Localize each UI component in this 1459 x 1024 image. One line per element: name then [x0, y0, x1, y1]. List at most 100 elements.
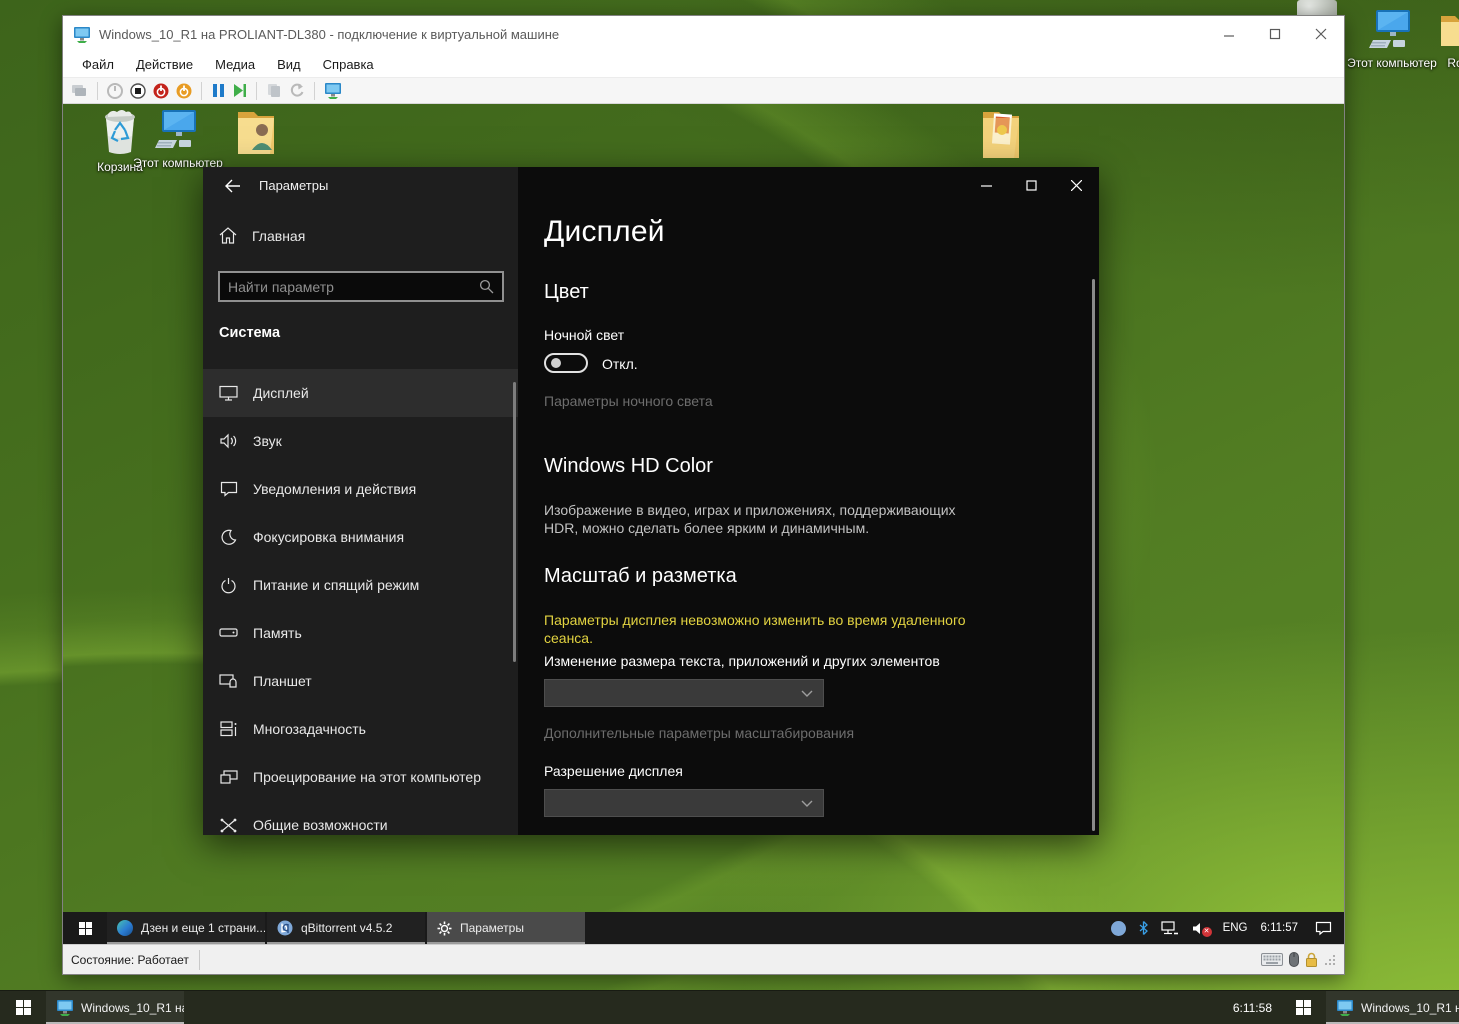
qbittorrent-tray-icon[interactable]	[1111, 921, 1126, 936]
host-start-button-2[interactable]	[1280, 991, 1326, 1024]
home-icon	[219, 227, 237, 244]
resolution-dropdown[interactable]	[544, 789, 824, 817]
night-light-settings-link[interactable]: Параметры ночного света	[544, 393, 713, 409]
back-arrow-icon	[224, 179, 241, 193]
bluetooth-icon[interactable]	[1139, 921, 1148, 935]
volume-muted-icon[interactable]: ✕	[1192, 922, 1206, 935]
windows-logo-icon	[16, 1000, 31, 1015]
start-vm-button-icon[interactable]	[107, 83, 123, 99]
settings-search[interactable]	[218, 271, 504, 302]
back-button[interactable]	[215, 175, 249, 197]
host-task-vm-connection[interactable]: Windows_10_R1 на P...	[46, 991, 184, 1024]
advanced-scaling-link[interactable]: Дополнительные параметры масштабирования	[544, 725, 854, 741]
settings-maximize-button[interactable]	[1009, 167, 1054, 203]
chevron-down-icon	[801, 800, 813, 807]
sidebar-scrollbar[interactable]	[513, 382, 516, 662]
settings-close-button[interactable]	[1054, 167, 1099, 203]
sidebar-item-label: Общие возможности	[253, 817, 388, 833]
scale-section-heading: Масштаб и разметка	[544, 565, 737, 588]
vm-titlebar[interactable]: Windows_10_R1 на PROLIANT-DL380 - подклю…	[63, 16, 1344, 52]
keyboard-icon	[1261, 953, 1283, 966]
sidebar-item-projecting[interactable]: Проецирование на этот компьютер	[203, 753, 518, 801]
this-pc-icon	[1369, 8, 1415, 52]
windows-logo-icon	[79, 922, 92, 935]
taskbar-task-edge[interactable]: Дзен и еще 1 страни...	[107, 912, 265, 944]
main-scrollbar[interactable]	[1092, 279, 1095, 831]
search-input[interactable]	[228, 279, 479, 295]
sidebar-item-shared-experiences[interactable]: Общие возможности	[203, 801, 518, 835]
settings-minimize-button[interactable]	[964, 167, 1009, 203]
vm-close-button[interactable]	[1298, 20, 1344, 48]
sidebar-item-notifications[interactable]: Уведомления и действия	[203, 465, 518, 513]
task-label: Параметры	[460, 921, 524, 935]
vm-maximize-button[interactable]	[1252, 20, 1298, 48]
color-section-heading: Цвет	[544, 281, 589, 304]
menu-view[interactable]: Вид	[266, 54, 312, 75]
sidebar-item-multitasking[interactable]: Многозадачность	[203, 705, 518, 753]
qbittorrent-icon	[277, 920, 293, 936]
chevron-down-icon	[801, 690, 813, 697]
guest-taskbar: Дзен и еще 1 страни... qBittorrent v4.5.…	[63, 912, 1344, 944]
sidebar-item-label: Проецирование на этот компьютер	[253, 769, 481, 785]
sidebar-item-focus-assist[interactable]: Фокусировка внимания	[203, 513, 518, 561]
enhanced-session-button-icon[interactable]	[324, 82, 342, 99]
guest-desktop: Корзина Этот компьютер	[63, 104, 1344, 944]
sidebar-item-label: Питание и спящий режим	[253, 577, 419, 593]
sidebar-item-tablet[interactable]: Планшет	[203, 657, 518, 705]
sidebar-item-power-sleep[interactable]: Питание и спящий режим	[203, 561, 518, 609]
sidebar-item-home[interactable]: Главная	[219, 227, 305, 244]
notifications-icon	[219, 481, 238, 497]
checkpoint-button-icon[interactable]	[266, 83, 282, 98]
moon-icon	[219, 529, 238, 546]
settings-main-panel: Дисплей Цвет Ночной свет Откл. Параметры…	[518, 167, 1099, 835]
hyperv-monitor-icon	[73, 26, 91, 43]
reset-vm-button-icon[interactable]	[232, 83, 247, 98]
menu-file[interactable]: Файл	[71, 54, 125, 75]
sidebar-item-storage[interactable]: Память	[203, 609, 518, 657]
save-vm-button-icon[interactable]	[176, 83, 192, 99]
scale-dropdown[interactable]	[544, 679, 824, 707]
turn-off-vm-button-icon[interactable]	[130, 83, 146, 99]
settings-sidebar: Параметры Главная Сис	[203, 167, 518, 835]
folder-icon	[1437, 8, 1459, 52]
guest-clock[interactable]: 6:11:57	[1260, 922, 1298, 934]
pictures-folder-icon	[977, 104, 1025, 160]
resize-grip[interactable]	[1324, 954, 1336, 966]
guest-this-pc-icon[interactable]: Этот компьютер	[133, 108, 223, 171]
host-start-button[interactable]	[0, 991, 46, 1024]
user-folder-icon	[232, 106, 280, 156]
sidebar-item-display[interactable]: Дисплей	[203, 369, 518, 417]
shutdown-vm-button-icon[interactable]	[153, 83, 169, 99]
taskbar-task-qbittorrent[interactable]: qBittorrent v4.5.2	[267, 912, 425, 944]
host-clock[interactable]: 6:11:58	[1233, 991, 1272, 1024]
host-task-vm-connection-2[interactable]: Windows_10_R1 на P...	[1326, 991, 1459, 1024]
menu-action[interactable]: Действие	[125, 54, 204, 75]
search-icon[interactable]	[479, 279, 494, 294]
windows-logo-icon	[1296, 1000, 1311, 1015]
host-user-folder-icon[interactable]: Rom	[1417, 8, 1459, 71]
guest-user-folder-icon[interactable]	[211, 106, 301, 156]
guest-start-button[interactable]	[63, 912, 107, 944]
toolbar-separator	[201, 82, 202, 100]
host-taskbar-monitor2: Windows_10_R1 на P...	[1280, 991, 1459, 1024]
mouse-icon	[1289, 952, 1299, 967]
night-light-toggle[interactable]	[544, 353, 588, 373]
menu-help[interactable]: Справка	[312, 54, 385, 75]
language-indicator[interactable]: ENG	[1223, 922, 1248, 934]
host-recycle-bin-icon[interactable]	[1297, 0, 1337, 16]
revert-button-icon[interactable]	[289, 83, 305, 98]
ctrl-alt-del-button-icon[interactable]	[71, 83, 88, 98]
this-pc-icon	[155, 108, 201, 152]
network-icon[interactable]	[1161, 921, 1179, 935]
settings-window: Параметры Главная Сис	[203, 167, 1099, 835]
toolbar-separator	[97, 82, 98, 100]
vm-statusbar: Состояние: Работает	[63, 944, 1344, 974]
sidebar-item-sound[interactable]: Звук	[203, 417, 518, 465]
guest-pictures-folder-icon[interactable]	[956, 104, 1046, 160]
action-center-icon[interactable]	[1315, 921, 1332, 936]
pause-vm-button-icon[interactable]	[211, 83, 225, 98]
taskbar-task-settings[interactable]: Параметры	[427, 912, 585, 944]
vm-minimize-button[interactable]	[1206, 20, 1252, 48]
night-light-label: Ночной свет	[544, 327, 624, 343]
menu-media[interactable]: Медиа	[204, 54, 266, 75]
